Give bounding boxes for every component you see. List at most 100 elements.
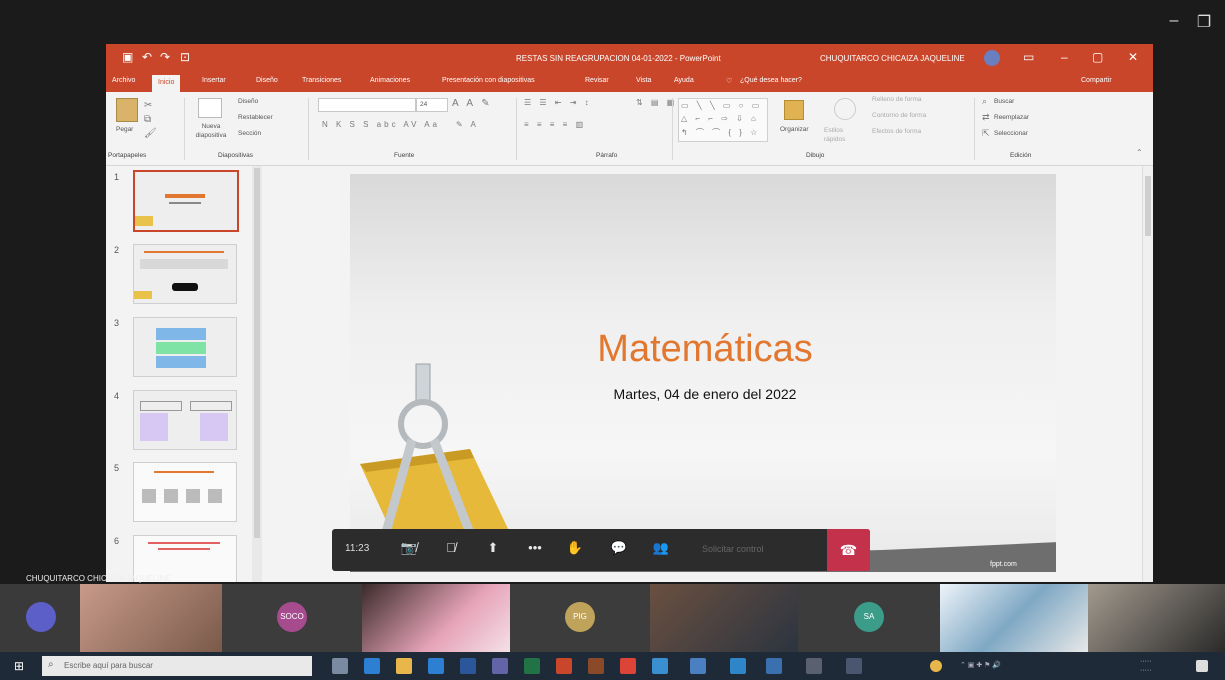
chrome-icon[interactable]: [620, 658, 636, 674]
teams-icon[interactable]: [492, 658, 508, 674]
windows-start-icon[interactable]: ⊞: [14, 659, 24, 673]
notifications-icon[interactable]: [1196, 660, 1208, 672]
hangup-button[interactable]: ☎: [827, 529, 870, 571]
tab-ayuda[interactable]: Ayuda: [674, 77, 694, 84]
chat-icon[interactable]: 💬: [608, 540, 630, 556]
video-off-icon[interactable]: 📷̸: [398, 540, 420, 556]
font-color-icons[interactable]: ✎ A: [456, 120, 479, 129]
tab-transiciones[interactable]: Transiciones: [302, 77, 341, 84]
replace-button[interactable]: Reemplazar: [994, 114, 1029, 121]
arrange-icon[interactable]: [784, 100, 804, 120]
tab-archivo[interactable]: Archivo: [112, 77, 135, 84]
ppt-maximize-icon[interactable]: ▢: [1092, 50, 1103, 64]
shape-outline-button[interactable]: Contorno de forma: [872, 112, 926, 119]
find-button[interactable]: Buscar: [994, 98, 1014, 105]
tab-presentacion[interactable]: Presentación con diapositivas: [442, 77, 535, 84]
slide-subtitle[interactable]: Martes, 04 de enero del 2022: [350, 386, 1056, 402]
more-icon[interactable]: •••: [524, 540, 546, 555]
tab-diseno[interactable]: Diseño: [256, 77, 278, 84]
share-tray-icon[interactable]: ⬆: [482, 540, 504, 556]
slide-thumbnail-2[interactable]: [133, 244, 237, 304]
tab-vista[interactable]: Vista: [636, 77, 651, 84]
undo-icon[interactable]: ↶: [142, 50, 152, 64]
user-avatar[interactable]: [984, 50, 1000, 66]
select-button[interactable]: Seleccionar: [994, 130, 1028, 137]
align-icons[interactable]: ≡ ≡ ≡ ≡ ▥: [524, 120, 586, 129]
slide-title[interactable]: Matemáticas: [350, 328, 1056, 371]
request-control-button[interactable]: Solicitar control: [702, 544, 764, 554]
find-icon[interactable]: ⌕: [982, 96, 990, 107]
taskbar-search[interactable]: ⌕ Escribe aquí para buscar: [42, 656, 312, 676]
tell-me-box[interactable]: ¿Qué desea hacer?: [740, 77, 802, 84]
paste-icon[interactable]: [116, 98, 138, 122]
section-button[interactable]: Sección: [238, 130, 261, 137]
mail-icon[interactable]: [428, 658, 444, 674]
edge-icon[interactable]: [364, 658, 380, 674]
participants-icon[interactable]: 👥: [650, 540, 672, 556]
new-slide-label[interactable]: Nueva diapositiva: [186, 122, 236, 140]
reset-button[interactable]: Restablecer: [238, 114, 273, 121]
share-button[interactable]: Compartir: [1081, 77, 1112, 84]
powerpoint-icon[interactable]: [556, 658, 572, 674]
list-icons[interactable]: ☰ ☰ ⇤ ⇥ ↕: [524, 98, 592, 107]
minimize-button[interactable]: –: [1162, 12, 1186, 30]
quick-styles-icon[interactable]: [834, 98, 856, 120]
restore-button[interactable]: ❐: [1192, 12, 1216, 32]
participant-tile[interactable]: SA: [798, 584, 940, 652]
replace-icon[interactable]: ⇄: [982, 112, 993, 123]
slide-thumbnail-3[interactable]: [133, 317, 237, 377]
participant-video[interactable]: [650, 584, 798, 652]
start-presentation-icon[interactable]: ⊡: [180, 50, 190, 64]
mic-off-icon[interactable]: 🎙̸: [440, 540, 462, 555]
shapes-gallery[interactable]: ▭ ╲ ╲ ▭ ○ ▭ △ ⌐ ⌐ ⇨ ⇩ ⌂ ↰ ⌒ ⌒ { } ☆: [678, 98, 768, 142]
font-format-icons[interactable]: N K S S abc AV Aa: [322, 120, 440, 129]
arrange-button[interactable]: Organizar: [780, 126, 809, 133]
new-slide-icon[interactable]: [198, 98, 222, 118]
shape-effects-button[interactable]: Efectos de forma: [872, 128, 921, 135]
file-explorer-icon[interactable]: [396, 658, 412, 674]
participant-video[interactable]: [362, 584, 510, 652]
app-icon[interactable]: [588, 658, 604, 674]
font-size-input[interactable]: 24: [416, 98, 448, 112]
app-icon[interactable]: [846, 658, 862, 674]
system-tray[interactable]: ⌃ ▣ ✚ ⚑ 🔊: [960, 661, 1001, 669]
ppt-minimize-icon[interactable]: –: [1061, 50, 1068, 64]
slide-scrollbar[interactable]: [1142, 166, 1153, 582]
slide-canvas[interactable]: Matemáticas Martes, 04 de enero del 2022…: [350, 174, 1056, 572]
participant-video[interactable]: [1088, 584, 1225, 652]
thumbnail-scrollbar[interactable]: [252, 166, 262, 582]
tab-revisar[interactable]: Revisar: [585, 77, 609, 84]
task-view-icon[interactable]: [332, 658, 348, 674]
copy-icon[interactable]: ⧉: [144, 114, 154, 125]
tab-inicio[interactable]: Inicio: [152, 75, 181, 92]
app-icon[interactable]: [690, 658, 706, 674]
select-icon[interactable]: ⇱: [982, 128, 993, 139]
app-icon[interactable]: [730, 658, 746, 674]
format-painter-icon[interactable]: 🖌: [144, 128, 160, 139]
font-grow-shrink-icons[interactable]: A A ✎: [452, 98, 493, 109]
tab-animaciones[interactable]: Animaciones: [370, 77, 410, 84]
collapse-ribbon-icon[interactable]: ⌃: [1136, 148, 1146, 157]
ribbon-display-icon[interactable]: ▭: [1023, 50, 1034, 64]
paste-label[interactable]: Pegar: [116, 126, 133, 133]
cut-icon[interactable]: ✂: [144, 100, 155, 111]
font-name-input[interactable]: [318, 98, 416, 112]
app-icon[interactable]: [806, 658, 822, 674]
weather-icon[interactable]: [930, 660, 942, 672]
slide-thumbnail-5[interactable]: [133, 462, 237, 522]
app-icon[interactable]: [652, 658, 668, 674]
word-icon[interactable]: [460, 658, 476, 674]
raise-hand-icon[interactable]: ✋: [564, 540, 586, 556]
shape-fill-button[interactable]: Relleno de forma: [872, 96, 922, 103]
participant-video[interactable]: [80, 584, 222, 652]
clock[interactable]: ····· ·····: [1140, 657, 1152, 675]
tab-insertar[interactable]: Insertar: [202, 77, 226, 84]
participant-tile[interactable]: [0, 584, 80, 652]
slide-thumbnail-4[interactable]: [133, 390, 237, 450]
redo-icon[interactable]: ↷: [160, 50, 170, 64]
excel-icon[interactable]: [524, 658, 540, 674]
app-icon[interactable]: [766, 658, 782, 674]
participant-tile[interactable]: SOCO: [222, 584, 362, 652]
save-icon[interactable]: ▣: [122, 50, 133, 64]
participant-video[interactable]: [940, 584, 1088, 652]
